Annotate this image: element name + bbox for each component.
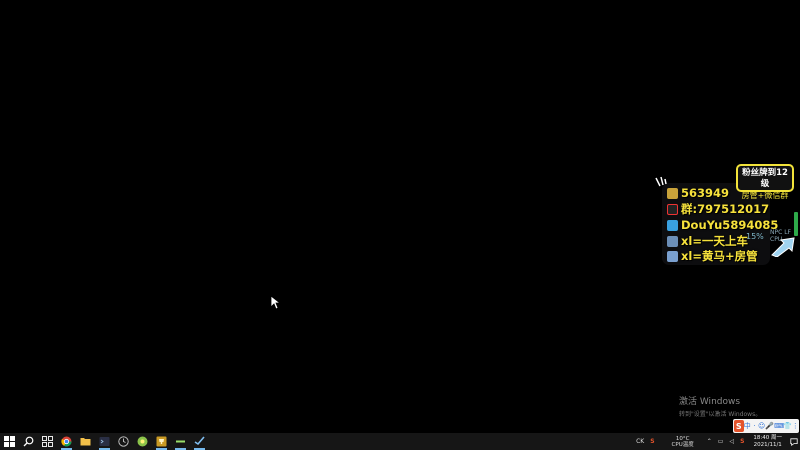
- taskbar-trophy-app[interactable]: [152, 433, 171, 450]
- overlay-line-xl1: xl=一天上车: [667, 233, 748, 249]
- overlay-line-text: 群:797512017: [681, 202, 770, 216]
- taskbar-clock-app[interactable]: [114, 433, 133, 450]
- overlay-line-douyu: DouYu5894085: [667, 217, 778, 233]
- terminal-icon: [99, 437, 110, 446]
- clock-date: 2021/11/1: [753, 441, 782, 448]
- weather-widget[interactable]: 10°C CPU温度: [672, 436, 694, 448]
- group-penguin-icon: [667, 203, 678, 215]
- clock-icon: [118, 436, 129, 447]
- activation-watermark: 激活 Windows 转到"设置"以激活 Windows。: [679, 394, 761, 418]
- overlay-line-text: xl=黄马+房管: [681, 249, 758, 263]
- start-button[interactable]: [0, 433, 19, 450]
- green-circle-icon: [137, 436, 148, 447]
- clock-time: 18:40 周一: [753, 434, 782, 441]
- overlay-line-qq: 563949: [667, 185, 729, 201]
- notification-center-button[interactable]: [788, 433, 800, 450]
- qq-penguin-icon: [667, 187, 678, 199]
- cpu-meter-bar: [794, 212, 798, 236]
- ime-toolbar[interactable]: S 中 · ☺ 🎤 ⌨ 👕 ⋮: [733, 419, 799, 433]
- weather-label: CPU温度: [671, 441, 694, 448]
- ime-indicator-icon[interactable]: S: [737, 438, 747, 445]
- level-icon: [667, 250, 678, 262]
- taskbar-dash-app[interactable]: [171, 433, 190, 450]
- fan-badge-line1: 粉丝牌到12级: [742, 168, 788, 189]
- taskbar-terminal[interactable]: [95, 433, 114, 450]
- search-icon: [23, 436, 34, 447]
- sparkle-decoration-icon: [655, 176, 667, 187]
- tray-ck-label[interactable]: CK: [633, 438, 647, 445]
- notification-icon: [790, 437, 798, 446]
- task-view-button[interactable]: [38, 433, 57, 450]
- overlay-line-text: xl=一天上车: [681, 234, 748, 248]
- system-tray: CK S 10°C CPU温度 ⌃ ▭ ◁ S 18:40 周一 2021/11…: [633, 433, 800, 450]
- overlay-line-xl2: xl=黄马+房管: [667, 248, 758, 264]
- taskbar-file-explorer[interactable]: [76, 433, 95, 450]
- arrow-decoration-icon: [771, 237, 795, 257]
- dash-icon: [176, 440, 185, 443]
- ime-mode-toggle[interactable]: 中: [744, 421, 751, 431]
- taskbar-steam[interactable]: [190, 433, 209, 450]
- taskbar-green-app[interactable]: [133, 433, 152, 450]
- sogou-logo-icon[interactable]: S: [734, 420, 744, 432]
- tv-icon: [667, 219, 678, 231]
- ime-keyboard-button[interactable]: ⌨: [774, 422, 784, 430]
- search-button[interactable]: [19, 433, 38, 450]
- folder-icon: [80, 438, 91, 446]
- tray-app-icon[interactable]: S: [647, 438, 657, 445]
- mouse-cursor-icon: [271, 296, 281, 310]
- activation-subtitle: 转到"设置"以激活 Windows。: [679, 411, 762, 418]
- ime-voice-button[interactable]: 🎤: [765, 422, 774, 430]
- overlay-line-group: 群:797512017: [667, 201, 769, 217]
- steam-icon: [194, 436, 205, 446]
- ime-punct-toggle[interactable]: ·: [751, 422, 758, 430]
- overlay-line-text: DouYu5894085: [681, 218, 779, 232]
- task-view-icon: [42, 436, 53, 447]
- ime-skin-button[interactable]: 👕: [783, 422, 792, 430]
- chrome-icon: [61, 436, 72, 447]
- taskbar-clock[interactable]: 18:40 周一 2021/11/1: [753, 435, 782, 449]
- taskbar-chrome[interactable]: [57, 433, 76, 450]
- windows-logo-icon: [4, 436, 15, 447]
- cpu-small-line1: NPC LF: [770, 229, 791, 236]
- volume-icon[interactable]: ◁: [726, 438, 737, 445]
- network-icon[interactable]: ▭: [715, 438, 727, 445]
- activation-title: 激活 Windows: [679, 397, 741, 407]
- fan-badge-line2: 房管+微信群: [741, 191, 789, 200]
- level-icon: [667, 235, 678, 247]
- ime-emoji-button[interactable]: ☺: [758, 422, 765, 430]
- tray-overflow-chevron-icon[interactable]: ⌃: [704, 438, 715, 445]
- ime-more-button[interactable]: ⋮: [792, 422, 799, 430]
- trophy-icon: [156, 436, 167, 447]
- overlay-line-text: 563949: [681, 186, 730, 200]
- fan-badge: 粉丝牌到12级 房管+微信群: [736, 164, 794, 200]
- cpu-percent-readout: 15%: [746, 232, 764, 241]
